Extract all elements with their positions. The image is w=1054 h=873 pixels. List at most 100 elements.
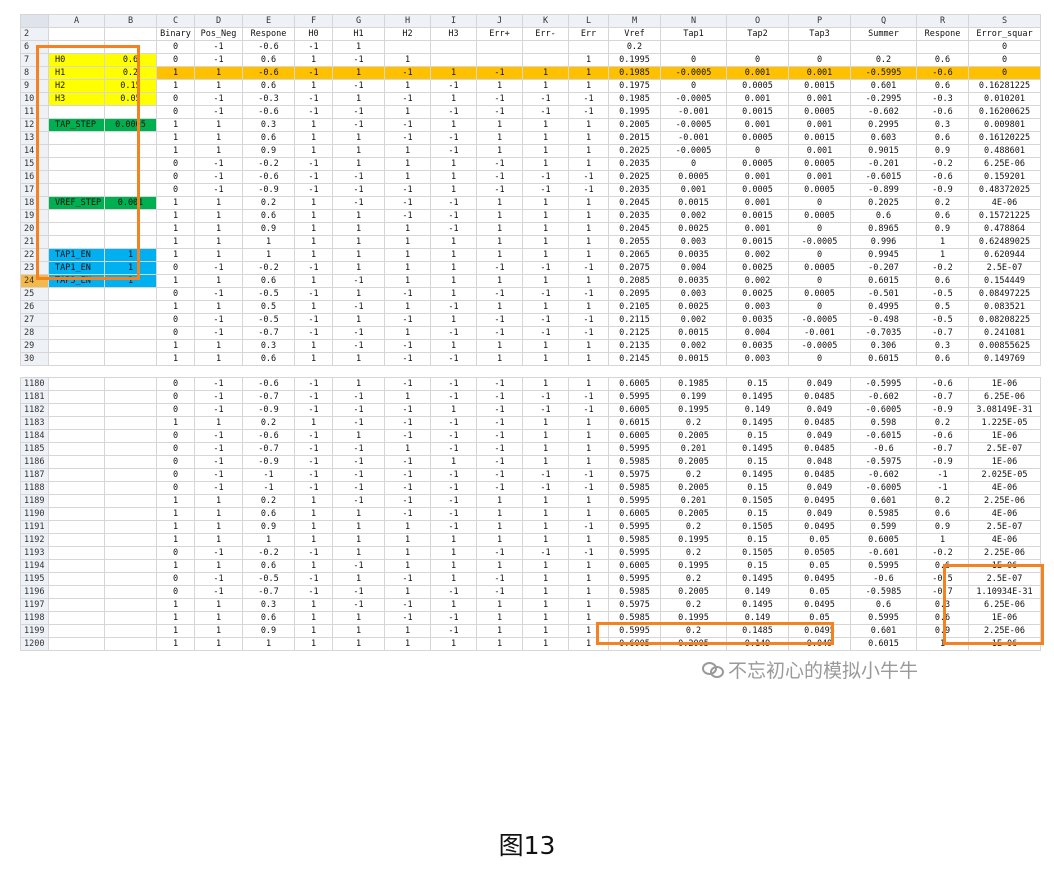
cell[interactable]: 1 bbox=[522, 300, 569, 314]
cell[interactable]: -1 bbox=[430, 442, 477, 456]
cell[interactable]: -0.6005 bbox=[850, 403, 917, 417]
cell[interactable] bbox=[916, 40, 969, 54]
cell[interactable]: 0.2025 bbox=[850, 196, 917, 210]
cell[interactable]: -0.899 bbox=[850, 183, 917, 197]
cell[interactable]: 1 bbox=[194, 339, 243, 353]
cell[interactable]: 1 bbox=[568, 429, 609, 443]
cell[interactable]: 1 bbox=[568, 533, 609, 547]
cell[interactable]: 1 bbox=[194, 416, 243, 430]
cell[interactable]: -1 bbox=[194, 261, 243, 275]
cell[interactable]: 1 bbox=[430, 235, 477, 249]
cell[interactable]: H2 bbox=[384, 27, 431, 41]
cell[interactable]: Err- bbox=[522, 27, 569, 41]
cell[interactable]: 0.1985 bbox=[660, 377, 727, 391]
cell[interactable]: TAP1_EN bbox=[48, 248, 105, 262]
cell[interactable]: 0 bbox=[156, 403, 195, 417]
cell[interactable]: 1E-06 bbox=[968, 611, 1041, 625]
cell[interactable]: 1 bbox=[156, 222, 195, 236]
cell[interactable]: -1 bbox=[384, 455, 431, 469]
cell[interactable]: TAP1_EN bbox=[48, 261, 105, 275]
cell[interactable]: Tap1 bbox=[660, 27, 727, 41]
cell[interactable]: 1 bbox=[294, 507, 333, 521]
cell[interactable]: 1 bbox=[156, 235, 195, 249]
cell[interactable]: -1 bbox=[194, 170, 243, 184]
cell[interactable]: 0.2005 bbox=[660, 637, 727, 651]
cell[interactable]: -0.2 bbox=[916, 546, 969, 560]
cell[interactable]: 1 bbox=[156, 624, 195, 638]
cell[interactable]: -1 bbox=[476, 416, 523, 430]
cell[interactable]: -1 bbox=[294, 261, 333, 275]
cell[interactable]: 0 bbox=[788, 274, 851, 288]
cell[interactable]: 1 bbox=[522, 118, 569, 132]
cell[interactable]: 1 bbox=[476, 235, 523, 249]
cell[interactable]: -1 bbox=[476, 326, 523, 340]
row-number[interactable]: 1184 bbox=[20, 429, 49, 443]
cell[interactable]: 0.0005 bbox=[788, 209, 851, 223]
cell[interactable]: 0.488601 bbox=[968, 144, 1041, 158]
cell[interactable]: 0.002 bbox=[660, 339, 727, 353]
cell[interactable]: 2.5E-07 bbox=[968, 520, 1041, 534]
cell[interactable]: 0.9015 bbox=[850, 144, 917, 158]
cell[interactable]: -1 bbox=[294, 40, 333, 54]
cell[interactable]: 0.002 bbox=[726, 274, 789, 288]
cell[interactable]: 0.6005 bbox=[608, 403, 661, 417]
cell[interactable]: -1 bbox=[294, 105, 333, 119]
cell[interactable]: 1 bbox=[476, 637, 523, 651]
cell[interactable]: TAP3_EN bbox=[48, 274, 105, 288]
cell[interactable]: 0.0495 bbox=[788, 598, 851, 612]
cell[interactable]: 0.48372025 bbox=[968, 183, 1041, 197]
cell[interactable]: 0 bbox=[156, 455, 195, 469]
cell[interactable] bbox=[48, 598, 105, 612]
cell[interactable]: -0.5 bbox=[916, 572, 969, 586]
cell[interactable]: 0.001 bbox=[788, 118, 851, 132]
row-number[interactable]: 1194 bbox=[20, 559, 49, 573]
cell[interactable] bbox=[48, 313, 105, 327]
cell[interactable]: -1 bbox=[476, 170, 523, 184]
cell[interactable]: 1E-06 bbox=[968, 559, 1041, 573]
cell[interactable]: 0.2 bbox=[850, 53, 917, 67]
cell[interactable]: -0.7035 bbox=[850, 326, 917, 340]
cell[interactable]: 1 bbox=[476, 507, 523, 521]
cell[interactable]: 0.6015 bbox=[850, 274, 917, 288]
cell[interactable]: 0.0035 bbox=[660, 248, 727, 262]
cell[interactable]: 6.25E-06 bbox=[968, 157, 1041, 171]
cell[interactable]: -1 bbox=[430, 377, 477, 391]
column-header[interactable]: K bbox=[522, 14, 569, 28]
row-number[interactable]: 1192 bbox=[20, 533, 49, 547]
cell[interactable]: -0.6 bbox=[916, 66, 969, 80]
cell[interactable]: -1 bbox=[242, 481, 295, 495]
cell[interactable]: 1 bbox=[332, 144, 385, 158]
cell[interactable]: -1 bbox=[294, 546, 333, 560]
column-header[interactable]: Q bbox=[850, 14, 917, 28]
cell[interactable]: 1.225E-05 bbox=[968, 416, 1041, 430]
cell[interactable]: -0.3 bbox=[916, 92, 969, 106]
cell[interactable] bbox=[726, 40, 789, 54]
cell[interactable]: 0.3 bbox=[242, 339, 295, 353]
cell[interactable]: -1 bbox=[194, 157, 243, 171]
cell[interactable] bbox=[104, 209, 157, 223]
cell[interactable]: -0.6005 bbox=[850, 481, 917, 495]
cell[interactable]: 0.2 bbox=[660, 572, 727, 586]
cell[interactable]: -1 bbox=[332, 390, 385, 404]
cell[interactable]: 0.2025 bbox=[608, 144, 661, 158]
cell[interactable]: -1 bbox=[476, 66, 523, 80]
cell[interactable]: -1 bbox=[294, 585, 333, 599]
cell[interactable]: 0.601 bbox=[850, 624, 917, 638]
cell[interactable]: 0.2025 bbox=[608, 170, 661, 184]
cell[interactable] bbox=[104, 144, 157, 158]
cell[interactable]: -0.6 bbox=[850, 572, 917, 586]
cell[interactable]: 0.049 bbox=[788, 403, 851, 417]
cell[interactable]: 1 bbox=[194, 494, 243, 508]
cell[interactable]: 0.001 bbox=[788, 92, 851, 106]
cell[interactable]: 0.0485 bbox=[788, 442, 851, 456]
cell[interactable]: 0.00855625 bbox=[968, 339, 1041, 353]
cell[interactable]: 0.2075 bbox=[608, 261, 661, 275]
cell[interactable]: 0 bbox=[156, 105, 195, 119]
cell[interactable]: 0.5 bbox=[242, 300, 295, 314]
cell[interactable]: -1 bbox=[522, 313, 569, 327]
cell[interactable]: 1 bbox=[568, 559, 609, 573]
cell[interactable]: 0.5985 bbox=[608, 611, 661, 625]
cell[interactable] bbox=[104, 624, 157, 638]
cell[interactable]: 1 bbox=[156, 416, 195, 430]
cell[interactable]: Err+ bbox=[476, 27, 523, 41]
